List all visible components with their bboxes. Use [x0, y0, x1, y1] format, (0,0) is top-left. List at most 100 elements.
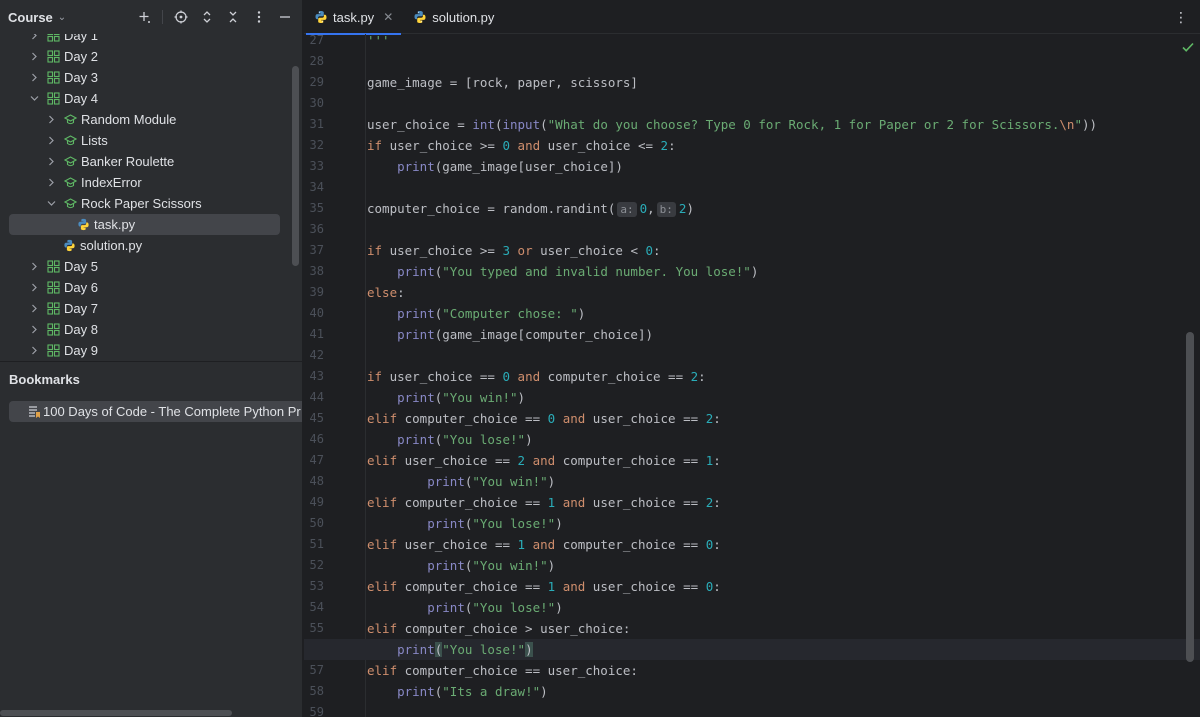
code-line[interactable]: print("You typed and invalid number. You… [367, 261, 758, 282]
task-hat-icon [63, 113, 77, 127]
code-line[interactable]: print("You win!") [367, 555, 555, 576]
vertical-scrollbar[interactable] [1186, 332, 1194, 662]
tree-item[interactable]: Rock Paper Scissors [0, 193, 290, 214]
code-line[interactable]: user_choice = int(input("What do you cho… [367, 114, 1097, 135]
chevron-right-icon[interactable] [45, 177, 57, 189]
code-line[interactable]: computer_choice = random.randint(a: 0, b: 2… [367, 198, 694, 219]
tab-solution-py[interactable]: solution.py [403, 0, 504, 34]
code-token: print [397, 390, 435, 405]
chevron-right-icon[interactable] [28, 261, 40, 273]
code-line[interactable]: if user_choice >= 0 and user_choice <= 2… [367, 135, 676, 156]
chevron-down-icon[interactable] [45, 198, 57, 210]
code-line[interactable]: print("You lose!") [367, 639, 533, 660]
tree-item[interactable]: IndexError [0, 172, 290, 193]
tree-item[interactable]: Banker Roulette [0, 151, 290, 172]
code-line[interactable]: else: [367, 282, 405, 303]
add-icon[interactable] [136, 9, 152, 25]
tree-item[interactable]: Day 2 [0, 46, 290, 67]
code-line[interactable]: print(game_image[user_choice]) [367, 156, 623, 177]
tabs-more-icon[interactable]: ⋮ [1174, 9, 1188, 26]
chevron-right-icon[interactable] [28, 324, 40, 336]
code-token: : [668, 138, 676, 153]
code-token: user_choice >= [382, 138, 503, 153]
chevron-right-icon[interactable] [28, 303, 40, 315]
code-token: : [397, 285, 405, 300]
code-line[interactable]: print("Computer chose: ") [367, 303, 585, 324]
code-token: or [517, 243, 533, 258]
code-line[interactable]: if user_choice >= 3 or user_choice < 0: [367, 240, 661, 261]
python-file-icon [315, 11, 327, 23]
code-token: "You lose!" [442, 642, 526, 657]
tree-item[interactable]: solution.py [0, 235, 290, 256]
code-line[interactable]: print("Its a draw!") [367, 681, 548, 702]
tree-item[interactable]: Day 8 [0, 319, 290, 340]
code-line[interactable]: elif user_choice == 1 and computer_choic… [367, 534, 721, 555]
panel-title[interactable]: Course [8, 10, 53, 25]
minimize-icon[interactable] [277, 9, 293, 25]
chevron-right-icon[interactable] [45, 114, 57, 126]
tree-item[interactable]: Day 3 [0, 67, 290, 88]
code-line[interactable]: elif computer_choice == 1 and user_choic… [367, 576, 721, 597]
tree-item-label: Day 6 [64, 280, 98, 295]
chevron-down-icon[interactable]: ⌄ [58, 12, 66, 23]
code-line[interactable]: game_image = [rock, paper, scissors] [367, 72, 638, 93]
expand-all-icon[interactable] [199, 9, 215, 25]
code-token: ( [540, 117, 548, 132]
tree-item[interactable]: Day 9 [0, 340, 290, 360]
code-token: input [502, 117, 541, 132]
code-token: ) [517, 390, 526, 405]
tree-item[interactable]: task.py [9, 214, 280, 235]
tree-item-label: Lists [81, 133, 108, 148]
bookmark-item[interactable]: 100 Days of Code - The Complete Python P… [9, 401, 302, 422]
code-line[interactable]: elif computer_choice == 1 and user_choic… [367, 492, 721, 513]
code-token: "You win!" [472, 474, 548, 489]
chevron-down-icon[interactable] [28, 93, 40, 105]
code-token: computer_choice == [397, 495, 548, 510]
tree-scrollbar[interactable] [292, 66, 299, 266]
code-line[interactable]: print("You lose!") [367, 429, 533, 450]
tree-item[interactable]: Lists [0, 130, 290, 151]
code-token: 0 [645, 243, 654, 258]
tree-item[interactable]: Day 1 [0, 34, 290, 46]
code-view[interactable]: ''' game_image = [rock, paper, scissors] u… [367, 34, 1189, 717]
code-token: computer_choice == [397, 411, 548, 426]
code-line[interactable]: print(game_image[computer_choice]) [367, 324, 653, 345]
code-line[interactable]: elif user_choice == 2 and computer_choic… [367, 450, 721, 471]
more-options-icon[interactable] [251, 9, 267, 25]
code-line[interactable]: print("You win!") [367, 387, 525, 408]
line-number: 36 [309, 222, 324, 236]
tab-task-py[interactable]: task.py ✕ [304, 0, 403, 35]
tree-item[interactable]: Day 5 [0, 256, 290, 277]
code-line[interactable]: if user_choice == 0 and computer_choice … [367, 366, 706, 387]
code-token: 0 [502, 138, 511, 153]
code-line[interactable]: print("You win!") [367, 471, 555, 492]
code-token: ) [686, 201, 694, 216]
lesson-grid-icon [46, 92, 60, 106]
code-line[interactable]: print("You lose!") [367, 597, 563, 618]
code-line[interactable]: print("You lose!") [367, 513, 563, 534]
code-line[interactable]: elif computer_choice > user_choice: [367, 618, 630, 639]
horizontal-scrollbar[interactable] [0, 710, 232, 716]
tree-item[interactable]: Day 6 [0, 277, 290, 298]
locate-icon[interactable] [173, 9, 189, 25]
chevron-right-icon[interactable] [28, 72, 40, 84]
chevron-right-icon[interactable] [28, 51, 40, 63]
tree-item[interactable]: Random Module [0, 109, 290, 130]
code-line[interactable]: elif computer_choice == 0 and user_choic… [367, 408, 721, 429]
check-icon[interactable] [1181, 40, 1195, 54]
close-icon[interactable]: ✕ [383, 10, 393, 24]
collapse-all-icon[interactable] [225, 9, 241, 25]
code-line[interactable]: ''' [367, 34, 390, 51]
chevron-right-icon[interactable] [28, 345, 40, 357]
code-token: elif [367, 537, 398, 552]
code-line[interactable]: elif computer_choice == user_choice: [367, 660, 638, 681]
tree-item[interactable]: Day 7 [0, 298, 290, 319]
chevron-right-icon[interactable] [45, 156, 57, 168]
tree-item-label: Day 2 [64, 49, 98, 64]
chevron-right-icon[interactable] [45, 135, 57, 147]
editor-tabs: task.py ✕ solution.py ⋮ [304, 0, 1200, 35]
chevron-right-icon[interactable] [28, 34, 40, 42]
chevron-right-icon[interactable] [28, 282, 40, 294]
tree-item[interactable]: Day 4 [0, 88, 290, 109]
